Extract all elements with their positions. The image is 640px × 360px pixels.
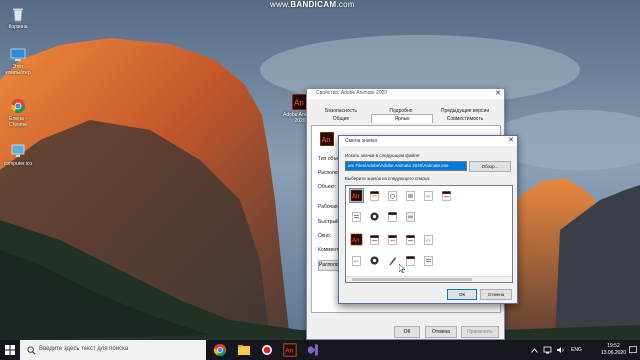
animate-icon-option[interactable]: An <box>350 233 363 246</box>
tab-shortcut[interactable]: Ярлык <box>371 114 433 123</box>
properties-titlebar: Свойства: Adobe Animate 2020 ✕ <box>307 89 504 99</box>
desktop-icon-recycle-bin[interactable]: Корзина <box>1 6 35 30</box>
clock-date: 13.06.2020 <box>600 350 626 356</box>
ok-button[interactable]: ОК <box>447 289 477 300</box>
desktop-icon-label: Елена - Chrome <box>9 116 27 128</box>
svg-text:An: An <box>322 137 331 144</box>
svg-text:</>: </> <box>426 195 431 199</box>
document-icon-option[interactable] <box>440 189 453 202</box>
recycle-bin-icon <box>13 8 23 22</box>
desktop-icon-chrome[interactable]: Елена - Chrome <box>1 98 35 128</box>
dialog-titlebar: Смена значка ✕ <box>339 136 517 146</box>
ok-button[interactable]: ОК <box>394 326 420 338</box>
apply-button[interactable]: Применить <box>461 326 499 338</box>
windows-start-icon[interactable] <box>0 340 20 360</box>
field-label-target: Объект: <box>318 184 337 190</box>
tab-security[interactable]: Безопасность <box>311 107 371 115</box>
svg-text:An: An <box>352 193 359 200</box>
gear-icon-option[interactable] <box>368 210 381 223</box>
taskbar: Введите здесь текст для поиска An ENG 19… <box>0 340 640 360</box>
icon-list-label: Выберите значок из следующего списка: <box>345 176 431 181</box>
tab-compatibility[interactable]: Совместимость <box>431 115 499 123</box>
svg-text:An: An <box>352 237 359 244</box>
visual-studio-icon[interactable] <box>306 343 320 357</box>
document-icon-option[interactable] <box>386 210 399 223</box>
document-icon-option[interactable]: </> <box>422 189 435 202</box>
desktop-icon-label: computer.ico <box>3 161 33 167</box>
desktop-icon-this-pc[interactable]: Этот компьютер <box>1 48 35 76</box>
chrome-icon <box>11 99 25 113</box>
document-icon-option[interactable] <box>422 254 435 267</box>
clock-time: 19:52 <box>607 343 620 349</box>
document-icon-option[interactable] <box>386 189 399 202</box>
animate-icon-option[interactable]: An <box>349 188 364 203</box>
document-icon-option[interactable] <box>386 233 399 246</box>
tab-previous-versions[interactable]: Предыдущие версии <box>431 107 499 115</box>
icon-list[interactable]: An </> An </> </> <box>345 185 513 283</box>
document-icon-option[interactable] <box>368 189 381 202</box>
scrollbar-thumb[interactable] <box>352 278 472 281</box>
desktop-icon-label: Корзина <box>8 24 28 30</box>
document-icon-option[interactable] <box>404 210 417 223</box>
dialog-title: Смена значка <box>345 138 378 144</box>
chrome-icon[interactable] <box>213 343 227 357</box>
document-icon-option[interactable] <box>350 210 363 223</box>
svg-text:An: An <box>285 348 293 355</box>
network-icon[interactable] <box>543 346 552 354</box>
animate-taskbar-icon[interactable]: An <box>283 343 297 357</box>
notifications-icon[interactable] <box>629 346 637 354</box>
icon-file-path-input[interactable]: am Files\Adobe\Adobe Animate 2020\Animat… <box>345 161 467 171</box>
search-icon <box>27 346 36 355</box>
icon-list-scrollbar[interactable] <box>346 276 512 282</box>
tab-general[interactable]: Общие <box>311 115 371 123</box>
file-explorer-icon[interactable] <box>237 343 251 357</box>
gear-icon-option[interactable] <box>368 254 381 267</box>
close-icon[interactable]: ✕ <box>495 89 501 97</box>
cancel-button[interactable]: Отмена <box>480 289 512 300</box>
field-label-run: Окно: <box>318 233 332 239</box>
volume-icon[interactable] <box>556 346 565 354</box>
search-placeholder: Введите здесь текст для поиска <box>39 346 129 352</box>
icon-file-path-value: am Files\Adobe\Adobe Animate 2020\Animat… <box>346 162 466 170</box>
document-icon-option[interactable] <box>368 233 381 246</box>
record-icon[interactable] <box>260 343 274 357</box>
icon-file-label: Искать значки в следующем файле: <box>345 153 421 158</box>
brush-icon-option[interactable] <box>386 254 399 267</box>
svg-text:An: An <box>294 99 304 108</box>
svg-text:</>: </> <box>426 239 431 243</box>
chevron-up-icon[interactable] <box>531 348 538 353</box>
document-icon-option[interactable]: </> <box>350 254 363 267</box>
document-icon-option[interactable] <box>404 233 417 246</box>
properties-title: Свойства: Adobe Animate 2020 <box>316 90 388 96</box>
document-icon-option[interactable]: </> <box>422 233 435 246</box>
svg-text:</>: </> <box>354 260 359 264</box>
cancel-button[interactable]: Отмена <box>425 326 457 338</box>
browse-button[interactable]: Обзор... <box>469 161 511 172</box>
mouse-cursor-icon <box>399 264 406 273</box>
language-indicator[interactable]: ENG <box>571 347 582 353</box>
taskbar-search-box[interactable]: Введите здесь текст для поиска <box>20 340 206 360</box>
monitor-icon <box>11 144 25 157</box>
document-icon-option[interactable] <box>404 189 417 202</box>
adobe-animate-icon: An <box>320 132 334 146</box>
desktop-icon-label: Этот компьютер <box>5 64 31 76</box>
computer-icon <box>10 48 26 61</box>
close-icon[interactable]: ✕ <box>508 136 514 144</box>
change-icon-dialog: Смена значка ✕ Искать значки в следующем… <box>338 135 518 304</box>
taskbar-clock[interactable]: 19:52 13.06.2020 <box>601 343 626 357</box>
desktop-icon-computer-ico[interactable]: computer.ico <box>1 143 35 167</box>
bandicam-watermark: www.BANDICAM.com <box>270 0 355 9</box>
